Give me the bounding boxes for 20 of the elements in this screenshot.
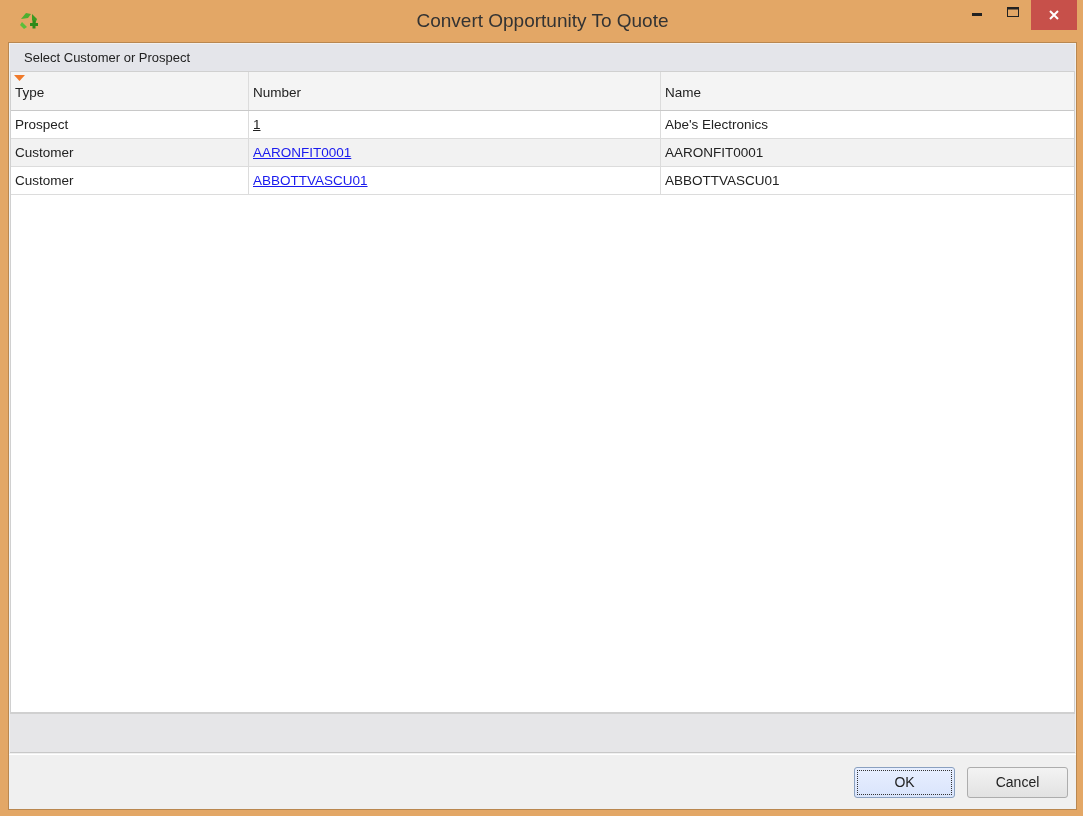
column-header[interactable]: Number (249, 72, 661, 110)
table-cell-text: Abe's Electronics (664, 116, 770, 134)
close-button[interactable] (1031, 0, 1077, 30)
table-cell-text: ABBOTTVASCU01 (664, 172, 781, 190)
column-header[interactable]: Type (11, 72, 249, 110)
number-link[interactable]: AARONFIT0001 (253, 145, 352, 160)
table-cell: Prospect (11, 111, 249, 138)
number-link[interactable]: 1 (253, 117, 261, 132)
maximize-icon (1007, 7, 1019, 17)
group-title: Select Customer or Prospect (24, 50, 191, 65)
window-title: Convert Opportunity To Quote (416, 10, 669, 32)
column-header[interactable]: Name (661, 72, 1074, 110)
table-cell: Customer (11, 167, 249, 194)
table-cell-text: AARONFIT0001 (664, 144, 765, 162)
close-icon (1048, 9, 1060, 21)
dialog-button[interactable]: Cancel (967, 766, 1068, 798)
table-cell: Customer (11, 139, 249, 166)
number-link[interactable]: ABBOTTVASCU01 (253, 173, 368, 188)
dialog-button[interactable]: OK (854, 766, 955, 798)
recycle-arrows-icon (18, 10, 40, 32)
